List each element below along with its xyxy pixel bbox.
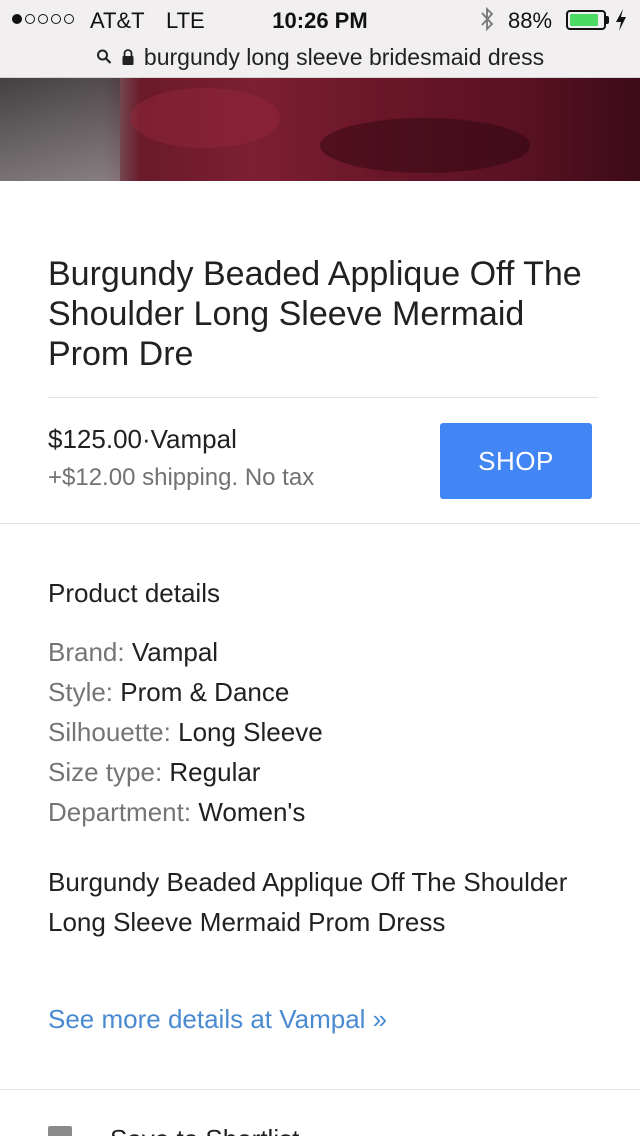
divider bbox=[0, 1089, 640, 1090]
see-more-details-link[interactable]: See more details at Vampal » bbox=[48, 1004, 387, 1035]
shop-button[interactable]: SHOP bbox=[440, 423, 592, 499]
product-image[interactable] bbox=[0, 78, 640, 181]
spec-label: Department: bbox=[48, 797, 192, 827]
battery-cap bbox=[606, 16, 609, 24]
product-title: Burgundy Beaded Applique Off The Shoulde… bbox=[48, 255, 582, 373]
spec-label: Size type: bbox=[48, 757, 163, 787]
spec-label: Silhouette: bbox=[48, 717, 171, 747]
spec-value: Long Sleeve bbox=[178, 717, 323, 747]
spec-row-style: Style: Prom & Dance bbox=[48, 672, 323, 712]
divider bbox=[48, 397, 598, 398]
spec-value: Women's bbox=[198, 797, 306, 827]
spec-row-department: Department: Women's bbox=[48, 792, 323, 832]
url-query: burgundy long sleeve bridesmaid dress bbox=[143, 43, 545, 70]
battery-percent: 88% bbox=[508, 8, 553, 33]
url-bar[interactable]: burgundy long sleeve bridesmaid dress bbox=[0, 40, 640, 74]
spec-row-size-type: Size type: Regular bbox=[48, 752, 323, 792]
spec-value: Prom & Dance bbox=[120, 677, 290, 707]
status-bar: AT&T LTE 10:26 PM 88% bbox=[0, 0, 640, 40]
spec-value: Vampal bbox=[131, 637, 219, 667]
shortlist-icon[interactable] bbox=[48, 1126, 72, 1136]
shipping-info: +$12.00 shipping. No tax bbox=[48, 464, 315, 491]
browser-top-bar: AT&T LTE 10:26 PM 88% burgundy long slee… bbox=[0, 0, 640, 78]
lock-icon bbox=[122, 49, 134, 65]
spec-row-brand: Brand: Vampal bbox=[48, 632, 323, 672]
spec-label: Style: bbox=[48, 677, 114, 707]
battery-icon bbox=[566, 10, 606, 30]
product-description: Burgundy Beaded Applique Off The Shoulde… bbox=[48, 867, 568, 937]
battery-level-fill bbox=[570, 14, 599, 26]
spec-label: Brand: bbox=[48, 637, 125, 667]
divider bbox=[0, 523, 640, 524]
product-specs: Brand: Vampal Style: Prom & Dance Silhou… bbox=[48, 632, 323, 832]
search-icon bbox=[96, 49, 112, 64]
save-to-shortlist-label[interactable]: Save to Shortlist bbox=[110, 1124, 299, 1136]
spec-row-silhouette: Silhouette: Long Sleeve bbox=[48, 712, 323, 752]
price-seller: $125.00·Vampal bbox=[48, 424, 237, 454]
bluetooth-icon bbox=[481, 6, 494, 32]
product-details-heading: Product details bbox=[48, 578, 220, 608]
charging-icon bbox=[616, 9, 626, 31]
spec-value: Regular bbox=[169, 757, 261, 787]
